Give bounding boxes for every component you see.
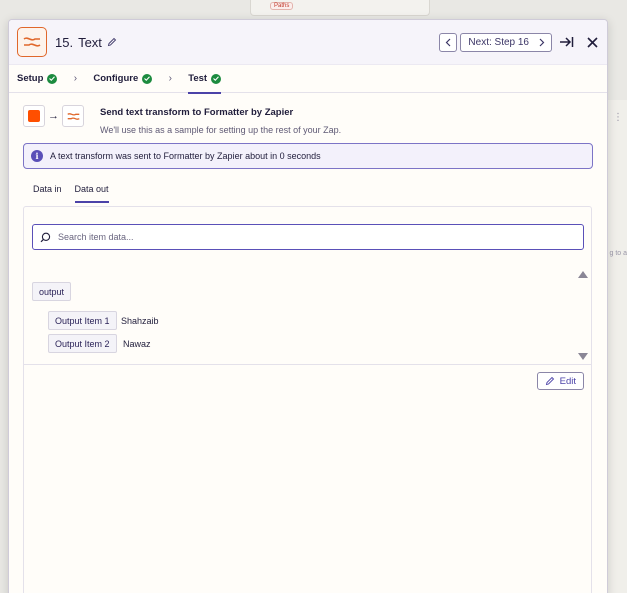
- close-icon[interactable]: [585, 35, 599, 49]
- step-tabs: Setup › Configure › Test: [9, 65, 607, 94]
- collapse-panel-icon[interactable]: [558, 34, 574, 50]
- edit-button-label: Edit: [559, 375, 576, 387]
- tab-test-label: Test: [188, 73, 208, 84]
- edit-button[interactable]: Edit: [536, 372, 584, 390]
- formatter-app-icon: [62, 105, 84, 127]
- pencil-icon[interactable]: [107, 37, 117, 47]
- tab-configure-label: Configure: [93, 73, 139, 84]
- info-banner: i A text transform was sent to Formatter…: [23, 143, 593, 169]
- flow-title: Send text transform to Formatter by Zapi…: [100, 107, 294, 118]
- step-title[interactable]: 15. Text: [55, 35, 117, 50]
- search-input[interactable]: [58, 232, 558, 242]
- formatter-app-icon: [17, 27, 47, 57]
- step-editor-modal: 15. Text Next: Step 16 Setup › Configure…: [8, 19, 608, 593]
- tab-data-in[interactable]: Data in: [33, 181, 62, 203]
- search-icon: [40, 232, 51, 243]
- previous-step-button[interactable]: [439, 32, 458, 52]
- flow-subtitle: We'll use this as a sample for setting u…: [100, 125, 342, 135]
- output-item-key[interactable]: Output Item 1: [48, 311, 117, 330]
- trigger-app-icon: [23, 105, 45, 127]
- check-icon: [47, 73, 58, 84]
- chevron-right-icon: ›: [73, 73, 78, 84]
- arrow-right-icon: →: [48, 110, 59, 122]
- chevron-right-icon: ›: [168, 73, 172, 84]
- next-step-button[interactable]: Next: Step 16: [460, 32, 552, 52]
- pencil-icon: [545, 376, 554, 386]
- info-banner-text: A text transform was sent to Formatter b…: [50, 151, 321, 161]
- background-paths-badge: Paths: [270, 2, 294, 10]
- check-icon: [142, 73, 153, 84]
- step-name: Text: [78, 34, 102, 50]
- panel-divider: [24, 364, 591, 365]
- tab-setup-label: Setup: [17, 73, 44, 84]
- scroll-up-arrow[interactable]: [578, 271, 588, 278]
- tab-setup[interactable]: Setup: [17, 65, 58, 93]
- modal-header: 15. Text Next: Step 16: [9, 20, 607, 65]
- chevron-left-icon: [446, 38, 451, 46]
- flow-summary: → Send text transform to Formatter by Za…: [23, 105, 593, 135]
- tab-configure[interactable]: Configure: [93, 65, 153, 93]
- chevron-right-icon: [539, 38, 545, 46]
- background-right-panel: [606, 100, 627, 593]
- output-root-key[interactable]: output: [32, 282, 72, 301]
- next-step-label: Next: Step 16: [468, 36, 529, 48]
- info-icon: i: [31, 150, 43, 162]
- output-item-value: Nawaz: [123, 339, 151, 349]
- data-tabs: Data in Data out: [23, 181, 593, 203]
- output-item-value: Shahzaib: [121, 316, 159, 326]
- scroll-down-arrow[interactable]: [578, 353, 588, 360]
- output-item-key[interactable]: Output Item 2: [48, 334, 117, 353]
- test-content: → Send text transform to Formatter by Za…: [9, 93, 607, 593]
- background-right-text: g to a: [609, 250, 627, 257]
- data-out-panel: output Output Item 1 Shahzaib Output Ite…: [23, 206, 592, 593]
- search-box[interactable]: [32, 224, 584, 250]
- check-icon: [211, 73, 222, 84]
- tab-data-out[interactable]: Data out: [74, 181, 109, 203]
- background-more-icon: ⋮: [613, 112, 623, 123]
- tab-test[interactable]: Test: [188, 65, 222, 94]
- step-number: 15.: [55, 34, 74, 50]
